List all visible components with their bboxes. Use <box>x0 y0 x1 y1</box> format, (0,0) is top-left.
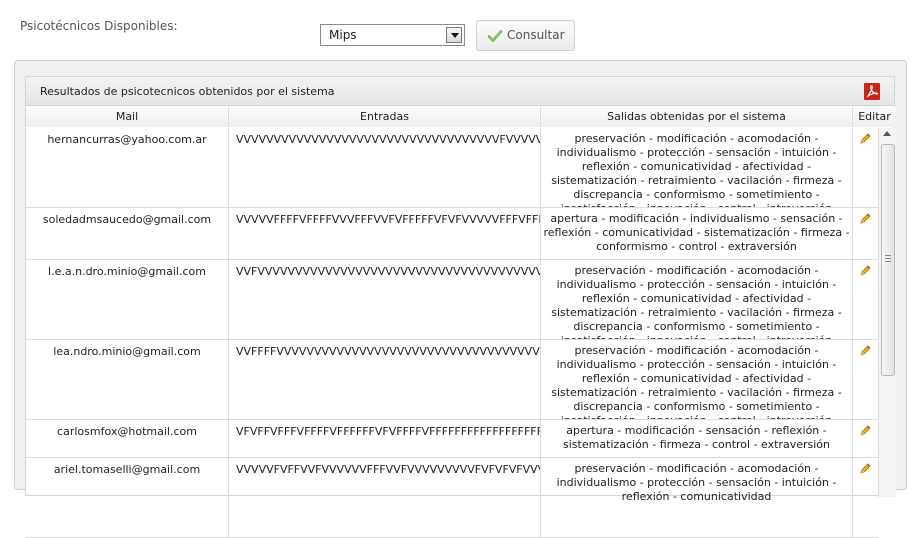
column-headers: Mail Entradas Salidas obtenidas por el s… <box>26 107 896 127</box>
entradas-cell: VVVVVFVFFVVFVVVVVVFFFVVFVVVVVVVVVFVFVFVF… <box>229 458 541 537</box>
table-row[interactable]: ariel.tomaselli@gmail.com VVVVVFVFFVVFVV… <box>26 458 878 538</box>
consult-button-label: Consultar <box>507 28 565 42</box>
chevron-down-icon[interactable] <box>446 27 462 43</box>
edit-cell <box>853 420 878 457</box>
salidas-cell: preservación - modificación - acomodació… <box>541 128 853 207</box>
test-select-value: Mips <box>329 28 357 42</box>
salidas-cell: apertura - modificación - individualismo… <box>541 208 853 259</box>
vertical-scrollbar[interactable] <box>878 128 896 497</box>
mail-cell: lea.ndro.minio@gmail.com <box>26 340 229 419</box>
pencil-icon[interactable] <box>859 213 871 225</box>
consult-button[interactable]: Consultar <box>476 20 575 51</box>
available-tests-label: Psicotécnicos Disponibles: <box>20 19 178 33</box>
entradas-cell: VVVVVVVVVVVVVVVVVVVVVVVVVVVVVVVVVVVFVVVV… <box>229 128 541 207</box>
column-header-salidas[interactable]: Salidas obtenidas por el sistema <box>541 107 853 127</box>
results-grid: Resultados de psicotecnicos obtenidos po… <box>25 76 896 538</box>
salidas-cell: apertura - modificación - sensación - re… <box>541 420 853 457</box>
check-icon <box>487 30 503 42</box>
mail-cell: soledadmsaucedo@gmail.com <box>26 208 229 259</box>
panel-header: Resultados de psicotecnicos obtenidos po… <box>26 77 894 106</box>
pdf-export-icon[interactable] <box>864 83 880 100</box>
edit-cell <box>853 208 878 259</box>
pencil-icon[interactable] <box>859 463 871 475</box>
edit-cell <box>853 458 878 537</box>
test-select[interactable]: Mips <box>320 24 465 46</box>
column-header-entradas[interactable]: Entradas <box>229 107 541 127</box>
entradas-cell: VVFFFFVVVVVVVVVVVVVVVVVVVVVVVVVVVVVVVVVV… <box>229 340 541 419</box>
table-row[interactable]: carlosmfox@hotmail.com VFVFFVFFFVFFFFVFF… <box>26 420 878 458</box>
results-panel: Resultados de psicotecnicos obtenidos po… <box>14 60 907 538</box>
salidas-cell: preservación - modificación - acomodació… <box>541 340 853 419</box>
mail-cell: carlosmfox@hotmail.com <box>26 420 229 457</box>
table-row[interactable]: l.e.a.n.dro.minio@gmail.com VVFVVVVVVVVV… <box>26 260 878 340</box>
edit-cell <box>853 340 878 419</box>
entradas-cell: VVFVVVVVVVVVVVVVVVVVVVVVVVVVVVVVVVVVVVVV… <box>229 260 541 339</box>
pencil-icon[interactable] <box>859 265 871 277</box>
pencil-icon[interactable] <box>859 133 871 145</box>
mail-cell: l.e.a.n.dro.minio@gmail.com <box>26 260 229 339</box>
salidas-cell: preservación - modificación - acomodació… <box>541 260 853 339</box>
edit-cell <box>853 260 878 339</box>
table-row[interactable]: hernancurras@yahoo.com.ar VVVVVVVVVVVVVV… <box>26 128 878 208</box>
pencil-icon[interactable] <box>859 345 871 357</box>
table-row[interactable]: soledadmsaucedo@gmail.com VVVVVFFFFVFFFF… <box>26 208 878 260</box>
edit-cell <box>853 128 878 207</box>
table-row[interactable]: lea.ndro.minio@gmail.com VVFFFFVVVVVVVVV… <box>26 340 878 420</box>
pencil-icon[interactable] <box>859 425 871 437</box>
column-header-editar: Editar <box>853 107 896 127</box>
column-header-mail[interactable]: Mail <box>26 107 229 127</box>
entradas-cell: VFVFFVFFFVFFFFVFFFFFFVFVFFFFVFFFFFFFFFFF… <box>229 420 541 457</box>
scroll-up-arrow-icon[interactable] <box>883 131 891 136</box>
grip-icon <box>885 255 891 262</box>
scrollbar-thumb[interactable] <box>881 144 895 376</box>
entradas-cell: VVVVVFFFFVFFFFVVVFFFVVFVFFFFFVFVFVVVVVFF… <box>229 208 541 259</box>
mail-cell: hernancurras@yahoo.com.ar <box>26 128 229 207</box>
salidas-cell: preservación - modificación - acomodació… <box>541 458 853 537</box>
panel-title: Resultados de psicotecnicos obtenidos po… <box>40 85 335 98</box>
mail-cell: ariel.tomaselli@gmail.com <box>26 458 229 537</box>
